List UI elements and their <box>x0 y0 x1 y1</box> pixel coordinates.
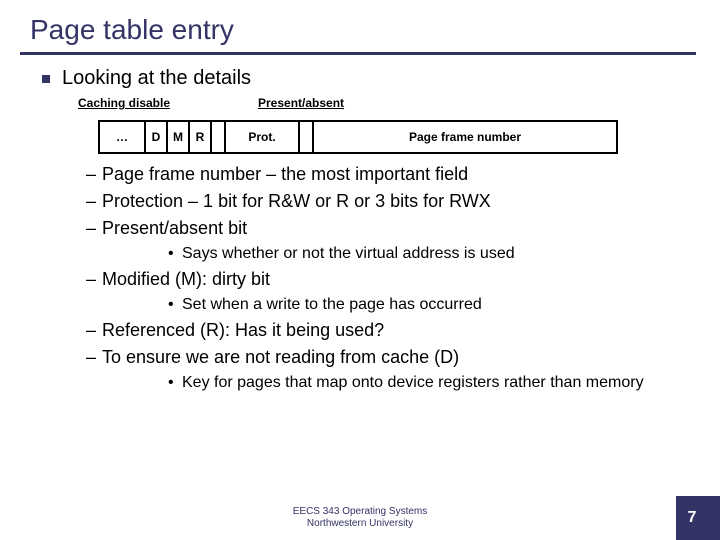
list-item: – Page frame number – the most important… <box>86 164 690 185</box>
list-item: – Referenced (R): Has it being used? <box>86 320 690 341</box>
level1-text: Looking at the details <box>62 67 251 90</box>
diagram-labels: Caching disable Present/absent <box>78 96 690 114</box>
content: Looking at the details Caching disable P… <box>0 55 720 392</box>
cell-m: M <box>168 122 190 152</box>
label-caching-disable: Caching disable <box>78 96 170 110</box>
title-area: Page table entry <box>0 0 720 46</box>
list-item: • Key for pages that map onto device reg… <box>168 374 690 392</box>
list-text: Protection – 1 bit for R&W or R or 3 bit… <box>102 191 690 212</box>
list-item: – Modified (M): dirty bit <box>86 269 690 290</box>
list-item: – To ensure we are not reading from cach… <box>86 347 690 368</box>
list-item: • Set when a write to the page has occur… <box>168 296 690 314</box>
list-text: Modified (M): dirty bit <box>102 269 690 290</box>
list-text: Page frame number – the most important f… <box>102 164 690 185</box>
level3-list: • Says whether or not the virtual addres… <box>168 245 690 263</box>
dash-bullet-icon: – <box>86 269 102 290</box>
cell-r: R <box>190 122 212 152</box>
dash-bullet-icon: – <box>86 191 102 212</box>
slide: Page table entry Looking at the details … <box>0 0 720 540</box>
dash-bullet-icon: – <box>86 347 102 368</box>
level3-list: • Set when a write to the page has occur… <box>168 296 690 314</box>
footer-line2: Northwestern University <box>0 518 720 530</box>
dot-bullet-icon: • <box>168 374 182 392</box>
dot-bullet-icon: • <box>168 245 182 263</box>
dash-bullet-icon: – <box>86 320 102 341</box>
list-text: Set when a write to the page has occurre… <box>182 296 482 314</box>
list-item: • Says whether or not the virtual addres… <box>168 245 690 263</box>
list-text: Key for pages that map onto device regis… <box>182 374 644 392</box>
dash-bullet-icon: – <box>86 218 102 239</box>
label-present-absent: Present/absent <box>258 96 344 110</box>
list-item: – Protection – 1 bit for R&W or R or 3 b… <box>86 191 690 212</box>
cell-ellipsis: … <box>100 122 146 152</box>
level2-list: – Page frame number – the most important… <box>86 164 690 392</box>
square-bullet-icon <box>42 75 50 83</box>
footer: EECS 343 Operating Systems Northwestern … <box>0 506 720 530</box>
list-item: – Present/absent bit <box>86 218 690 239</box>
list-text: Says whether or not the virtual address … <box>182 245 515 263</box>
cell-present-absent <box>212 122 226 152</box>
cell-prot: Prot. <box>226 122 300 152</box>
list-text: To ensure we are not reading from cache … <box>102 347 690 368</box>
pte-diagram: … D M R Prot. Page frame number <box>98 120 618 154</box>
cell-page-frame-number: Page frame number <box>314 122 616 152</box>
dot-bullet-icon: • <box>168 296 182 314</box>
page-number: 7 <box>680 506 704 530</box>
footer-line1: EECS 343 Operating Systems <box>0 506 720 518</box>
level1-bullet: Looking at the details <box>42 67 690 90</box>
dash-bullet-icon: – <box>86 164 102 185</box>
cell-blank <box>300 122 314 152</box>
level3-list: • Key for pages that map onto device reg… <box>168 374 690 392</box>
cell-d: D <box>146 122 168 152</box>
list-text: Referenced (R): Has it being used? <box>102 320 690 341</box>
list-text: Present/absent bit <box>102 218 690 239</box>
slide-title: Page table entry <box>30 14 720 46</box>
